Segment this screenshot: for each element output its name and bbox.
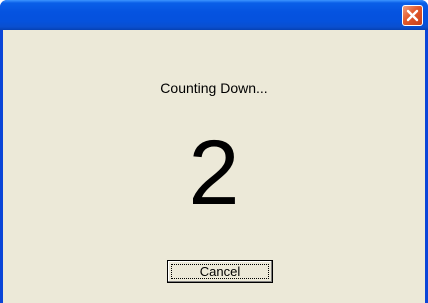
cancel-button-label: Cancel bbox=[171, 264, 269, 279]
close-x-icon bbox=[406, 9, 419, 22]
cancel-button[interactable]: Cancel bbox=[167, 260, 273, 283]
title-bar[interactable] bbox=[0, 0, 428, 30]
countdown-number: 2 bbox=[188, 122, 240, 224]
countdown-label: Counting Down... bbox=[160, 80, 268, 96]
countdown-dialog: Counting Down... 2 Cancel bbox=[0, 0, 428, 303]
close-button[interactable] bbox=[402, 5, 423, 26]
dialog-body: Counting Down... 2 Cancel bbox=[3, 30, 425, 303]
